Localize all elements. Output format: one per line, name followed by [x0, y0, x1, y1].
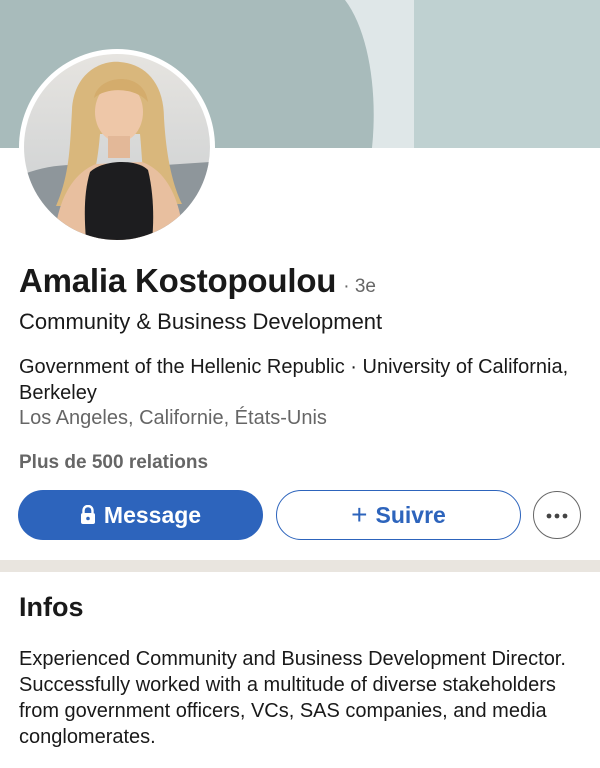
- profile-education[interactable]: Government of the Hellenic Republic · Un…: [19, 354, 579, 406]
- message-button[interactable]: Message: [18, 490, 263, 540]
- profile-headline: Community & Business Development: [19, 309, 383, 334]
- plus-icon: +: [351, 499, 368, 530]
- message-button-label: Message: [103, 501, 202, 528]
- follow-button[interactable]: + Suivre: [276, 490, 521, 540]
- name-row: Amalia Kostopoulou · 3e: [19, 262, 376, 300]
- about-section-title: Infos: [19, 592, 84, 622]
- lock-icon: [80, 505, 96, 525]
- ellipsis-icon: [546, 506, 568, 524]
- more-options-button[interactable]: [533, 491, 581, 539]
- profile-avatar[interactable]: [19, 49, 215, 245]
- connections-count[interactable]: Plus de 500 relations: [19, 452, 208, 474]
- follow-button-label: Suivre: [375, 501, 446, 528]
- profile-name: Amalia Kostopoulou: [19, 262, 337, 299]
- about-text: Experienced Community and Business Devel…: [19, 648, 566, 748]
- section-divider: [0, 560, 600, 572]
- connection-degree: · 3e: [343, 276, 376, 297]
- profile-location: Los Angeles, Californie, États-Unis: [19, 407, 327, 429]
